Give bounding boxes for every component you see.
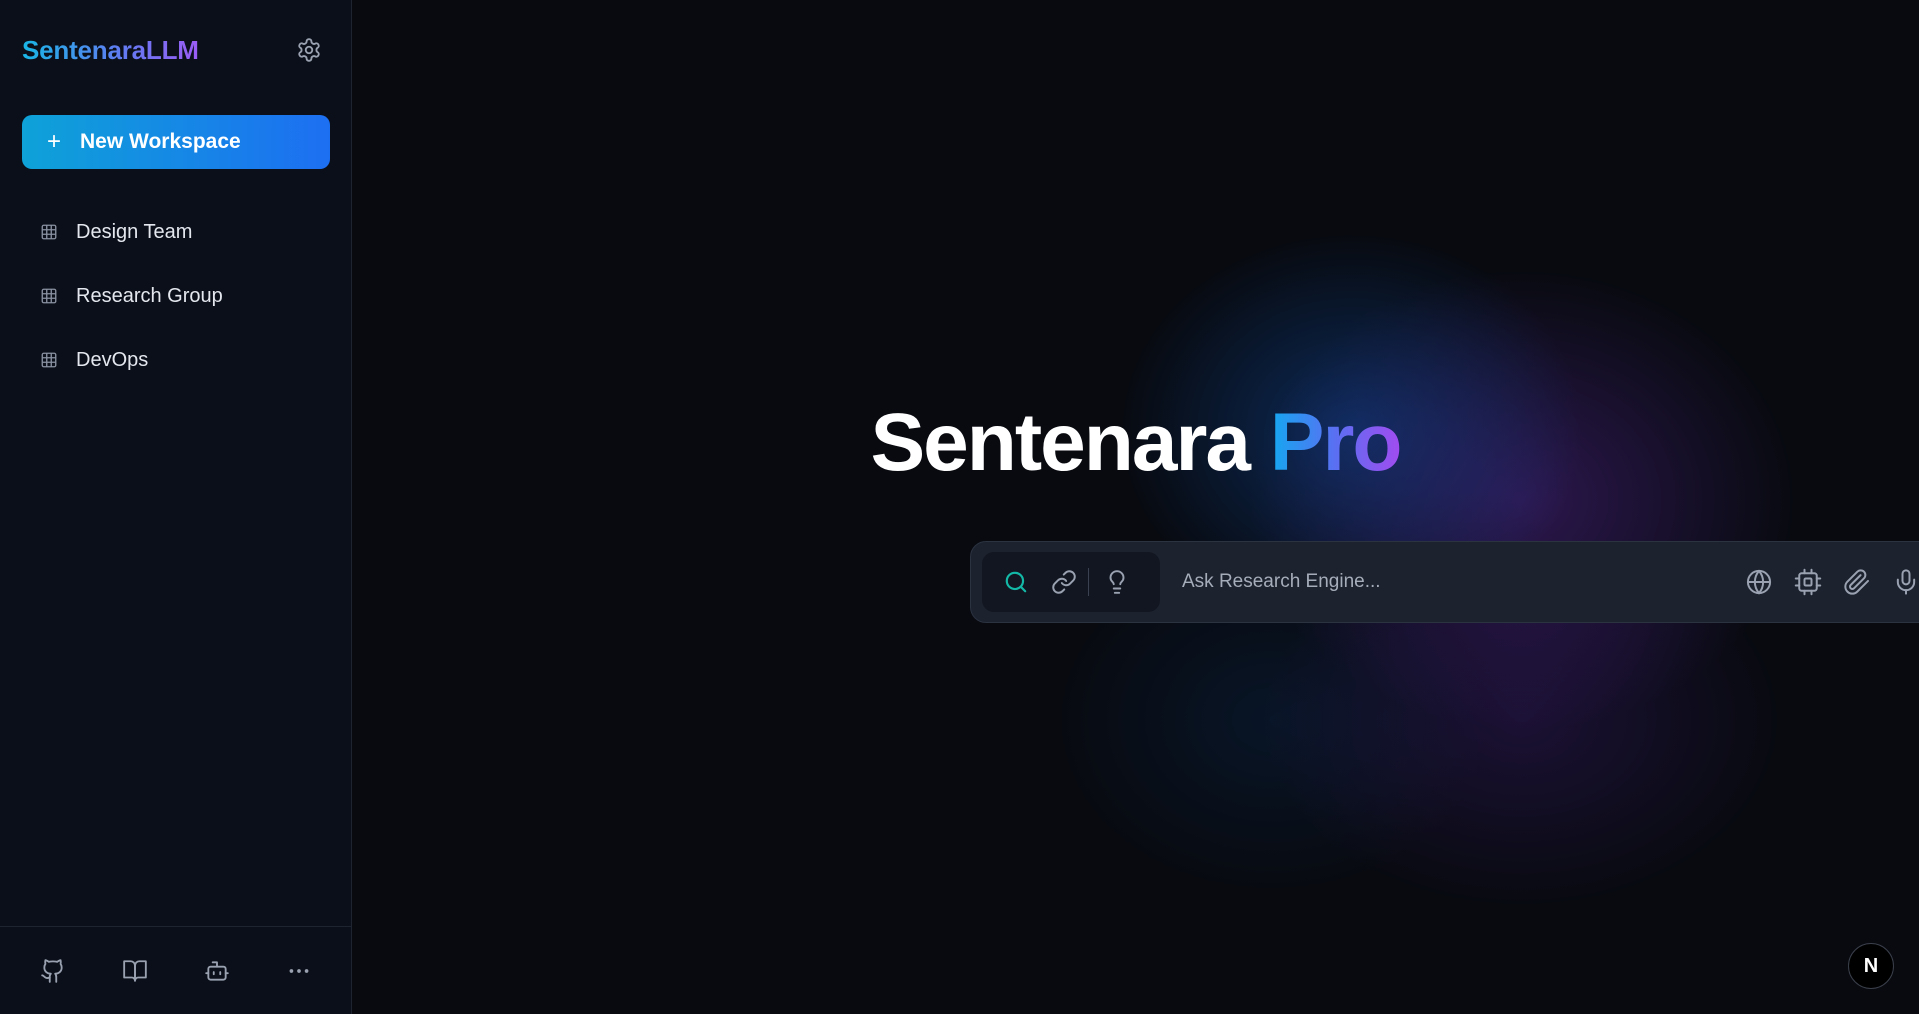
plus-icon: + (46, 128, 61, 155)
workspace-label: DevOps (76, 348, 149, 371)
globe-icon[interactable] (1743, 567, 1774, 598)
book-icon[interactable] (119, 955, 151, 987)
workspace-label: Research Group (76, 284, 223, 307)
hero-title: Sentenara Pro (352, 398, 1919, 488)
grid-icon (40, 351, 58, 369)
search-mode-group (982, 552, 1160, 612)
sidebar-footer (0, 926, 352, 1014)
workspace-item-research-group[interactable]: Research Group (0, 264, 352, 328)
settings-gear-icon[interactable] (293, 34, 325, 66)
brand-logo[interactable]: SentenaraLLM (22, 35, 199, 66)
link-icon[interactable] (1050, 568, 1078, 596)
main-panel: Sentenara Pro Ask Research Engine... N (352, 0, 1919, 1014)
cpu-icon[interactable] (1792, 567, 1823, 598)
sidebar-header: SentenaraLLM (22, 30, 325, 70)
hero-word-sentenara: Sentenara (870, 397, 1251, 488)
workspace-list: Design Team Research Group DevOps (0, 200, 352, 392)
more-horizontal-icon[interactable] (283, 955, 315, 987)
new-workspace-label: New Workspace (80, 130, 241, 153)
lightbulb-icon[interactable] (1103, 568, 1131, 596)
workspace-item-design-team[interactable]: Design Team (0, 200, 352, 264)
mode-divider (1088, 568, 1089, 596)
search-bar (970, 541, 1919, 623)
paperclip-icon[interactable] (1841, 567, 1872, 598)
search-input[interactable] (1160, 541, 1743, 623)
sidebar: SentenaraLLM + New Workspace Design Team (0, 0, 352, 1014)
corner-badge[interactable]: N (1848, 943, 1894, 989)
search-tools (1743, 559, 1919, 605)
search-icon[interactable] (1002, 568, 1030, 596)
new-workspace-button[interactable]: + New Workspace (22, 115, 330, 169)
grid-icon (40, 287, 58, 305)
bot-icon[interactable] (201, 955, 233, 987)
workspace-label: Design Team (76, 220, 193, 243)
hero-word-pro: Pro (1269, 397, 1403, 488)
github-icon[interactable] (37, 955, 69, 987)
app-window: SentenaraLLM + New Workspace Design Team (0, 0, 1919, 1014)
mic-icon[interactable] (1890, 567, 1919, 598)
workspace-item-devops[interactable]: DevOps (0, 328, 352, 392)
grid-icon (40, 223, 58, 241)
